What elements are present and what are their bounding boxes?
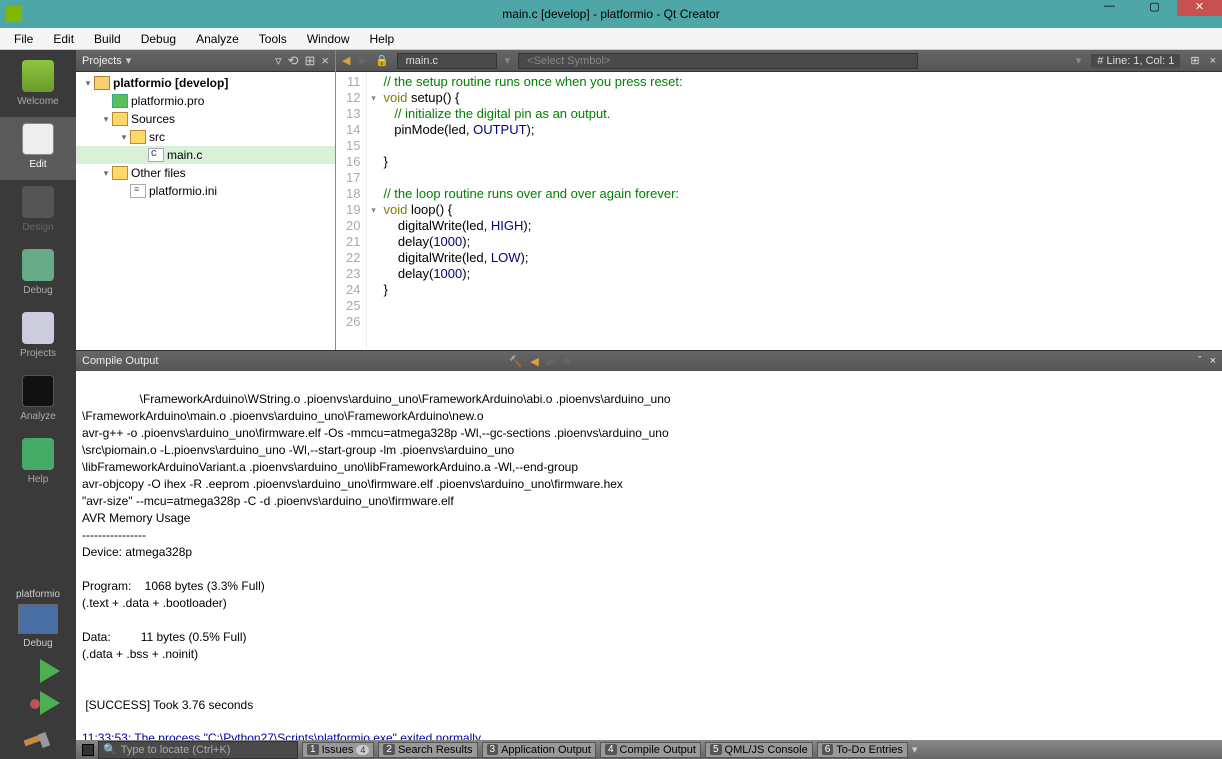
mode-bar: Welcome Edit Design Debug Projects Analy… (0, 50, 76, 759)
line-col-indicator[interactable]: # Line: 1, Col: 1 (1091, 54, 1180, 68)
project-tree[interactable]: ▾platformio [develop]platformio.pro▾Sour… (76, 72, 335, 350)
mode-projects[interactable]: Projects (0, 306, 76, 369)
filter-icon[interactable]: ▿ (275, 53, 282, 69)
next-icon[interactable]: ▶ (547, 355, 555, 368)
compile-output[interactable]: \FrameworkArduino\WString.o .pioenvs\ard… (76, 371, 1222, 740)
editor-split-icon[interactable]: ⊞ (1190, 54, 1199, 67)
tree-node[interactable]: ▾Other files (76, 164, 335, 182)
tree-node[interactable]: platformio.pro (76, 92, 335, 110)
run-button[interactable] (16, 653, 60, 689)
projects-header: Projects ▾ ▿ ⟲ ⊞ × (76, 50, 335, 72)
build-button[interactable] (24, 727, 52, 759)
hammer-icon[interactable]: 🔨 (509, 355, 523, 368)
menu-window[interactable]: Window (297, 30, 360, 48)
kit-selector[interactable]: platformio Debug (16, 585, 60, 653)
compile-header: Compile Output 🔨 ◀ ▶ ■ ˇ × (76, 351, 1222, 371)
locator-input[interactable]: 🔍 Type to locate (Ctrl+K) (98, 741, 298, 759)
close-output-icon[interactable]: × (1210, 355, 1216, 368)
tree-node[interactable]: ▾Sources (76, 110, 335, 128)
nav-fwd-icon[interactable]: ▶ (358, 54, 366, 67)
monitor-icon (18, 604, 58, 634)
minimize-button[interactable]: — (1087, 0, 1132, 16)
menu-file[interactable]: File (4, 30, 43, 48)
window-title: main.c [develop] - platformio - Qt Creat… (502, 7, 719, 21)
lock-icon[interactable]: 🔒 (375, 54, 389, 67)
tree-node[interactable]: main.c (76, 146, 335, 164)
mode-analyze[interactable]: Analyze (0, 369, 76, 432)
mode-design[interactable]: Design (0, 180, 76, 243)
mode-edit[interactable]: Edit (0, 117, 76, 180)
title-bar: main.c [develop] - platformio - Qt Creat… (0, 0, 1222, 28)
maximize-output-icon[interactable]: ˇ (1198, 355, 1202, 368)
menu-tools[interactable]: Tools (249, 30, 297, 48)
compile-title: Compile Output (82, 355, 158, 367)
projects-dropdown-icon[interactable]: ▾ (126, 54, 132, 67)
pane-qml-js-console[interactable]: 5QML/JS Console (705, 742, 813, 758)
menu-analyze[interactable]: Analyze (186, 30, 249, 48)
app-icon (6, 6, 22, 22)
editor-close-icon[interactable]: × (1210, 55, 1216, 67)
nav-back-icon[interactable]: ◀ (342, 54, 350, 67)
panes-close-icon[interactable]: ▾ (912, 743, 918, 756)
menu-edit[interactable]: Edit (43, 30, 84, 48)
close-panel-icon[interactable]: × (321, 53, 329, 69)
file-selector[interactable]: main.c (397, 53, 497, 69)
code-editor[interactable]: 11121314151617181920212223242526 ▾▾ // t… (336, 72, 1222, 350)
pane-to-do-entries[interactable]: 6To-Do Entries (817, 742, 908, 758)
search-icon: 🔍 (103, 743, 117, 756)
pane-compile-output[interactable]: 4Compile Output (600, 742, 701, 758)
tree-node[interactable]: ▾platformio [develop] (76, 74, 335, 92)
mode-help[interactable]: Help (0, 432, 76, 495)
run-debug-button[interactable] (16, 689, 60, 727)
link-icon[interactable]: ⟲ (288, 53, 299, 69)
projects-title: Projects (82, 55, 122, 67)
split-icon[interactable]: ⊞ (305, 53, 316, 69)
pane-issues[interactable]: 1Issues4 (302, 742, 374, 758)
close-button[interactable]: ✕ (1177, 0, 1222, 16)
pane-search-results[interactable]: 2Search Results (378, 742, 477, 758)
tree-node[interactable]: platformio.ini (76, 182, 335, 200)
menu-bar: FileEditBuildDebugAnalyzeToolsWindowHelp (0, 28, 1222, 50)
maximize-button[interactable]: ▢ (1132, 0, 1177, 16)
prev-icon[interactable]: ◀ (530, 355, 538, 368)
editor-toolbar: ◀ ▶ 🔒 main.c ▾ <Select Symbol> ▾ # Line:… (336, 50, 1222, 72)
menu-build[interactable]: Build (84, 30, 131, 48)
tree-node[interactable]: ▾src (76, 128, 335, 146)
symbol-selector[interactable]: <Select Symbol> (518, 53, 918, 69)
menu-debug[interactable]: Debug (131, 30, 186, 48)
menu-help[interactable]: Help (360, 30, 405, 48)
pane-application-output[interactable]: 3Application Output (482, 742, 596, 758)
toggle-sidebar-icon[interactable] (82, 744, 94, 756)
status-bar: 🔍 Type to locate (Ctrl+K) 1Issues42Searc… (76, 740, 1222, 759)
mode-welcome[interactable]: Welcome (0, 54, 76, 117)
mode-debug[interactable]: Debug (0, 243, 76, 306)
stop-icon[interactable]: ■ (563, 355, 570, 368)
